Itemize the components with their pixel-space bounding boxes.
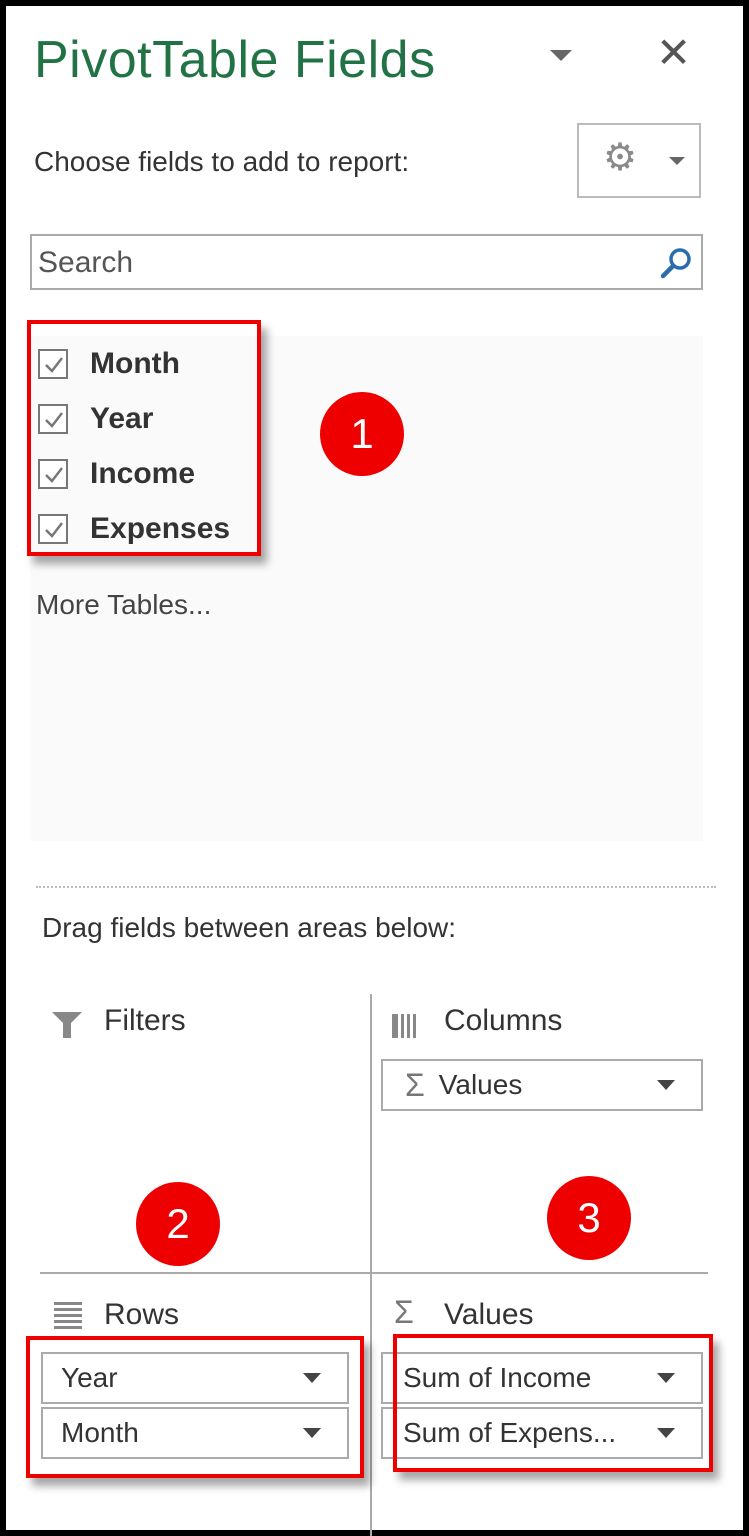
pane-title: PivotTable Fields <box>34 31 436 89</box>
highlight-box-rows <box>26 1336 364 1478</box>
filters-area-label: Filters <box>104 1004 186 1037</box>
tools-button[interactable]: ⚙ <box>577 123 701 198</box>
more-tables-link[interactable]: More Tables... <box>36 589 211 621</box>
columns-item-values[interactable]: Σ Values <box>381 1059 703 1111</box>
search-icon[interactable] <box>659 246 693 280</box>
columns-icon <box>392 1014 418 1038</box>
close-icon[interactable]: ✕ <box>656 32 691 74</box>
pill-label: Values <box>438 1069 523 1100</box>
rows-icon <box>54 1302 82 1329</box>
sigma-icon: Σ <box>405 1066 425 1103</box>
values-area-label: Values <box>444 1298 534 1331</box>
area-divider-horizontal <box>40 1272 708 1274</box>
search-input[interactable] <box>36 240 640 286</box>
sigma-icon: Σ <box>394 1294 414 1330</box>
search-box[interactable] <box>30 234 703 290</box>
choose-fields-label: Choose fields to add to report: <box>34 146 410 177</box>
filter-icon <box>52 1012 82 1038</box>
columns-area-label: Columns <box>444 1004 563 1037</box>
section-divider <box>36 886 716 888</box>
chevron-down-icon[interactable] <box>657 1080 675 1090</box>
task-pane-options-dropdown-icon[interactable] <box>550 50 572 61</box>
rows-area-label: Rows <box>104 1298 180 1331</box>
annotation-badge-2: 2 <box>136 1182 220 1266</box>
pivottable-fields-pane: PivotTable Fields ✕ Choose fields to add… <box>6 6 743 1536</box>
gear-icon: ⚙ <box>603 137 638 179</box>
chevron-down-icon <box>669 157 685 165</box>
area-divider-vertical <box>370 994 372 1536</box>
annotation-badge-3: 3 <box>547 1176 631 1260</box>
highlight-box-values <box>393 1334 713 1472</box>
drag-fields-label: Drag fields between areas below: <box>42 912 457 943</box>
highlight-box-fields <box>27 320 261 556</box>
annotation-badge-1: 1 <box>320 392 404 476</box>
